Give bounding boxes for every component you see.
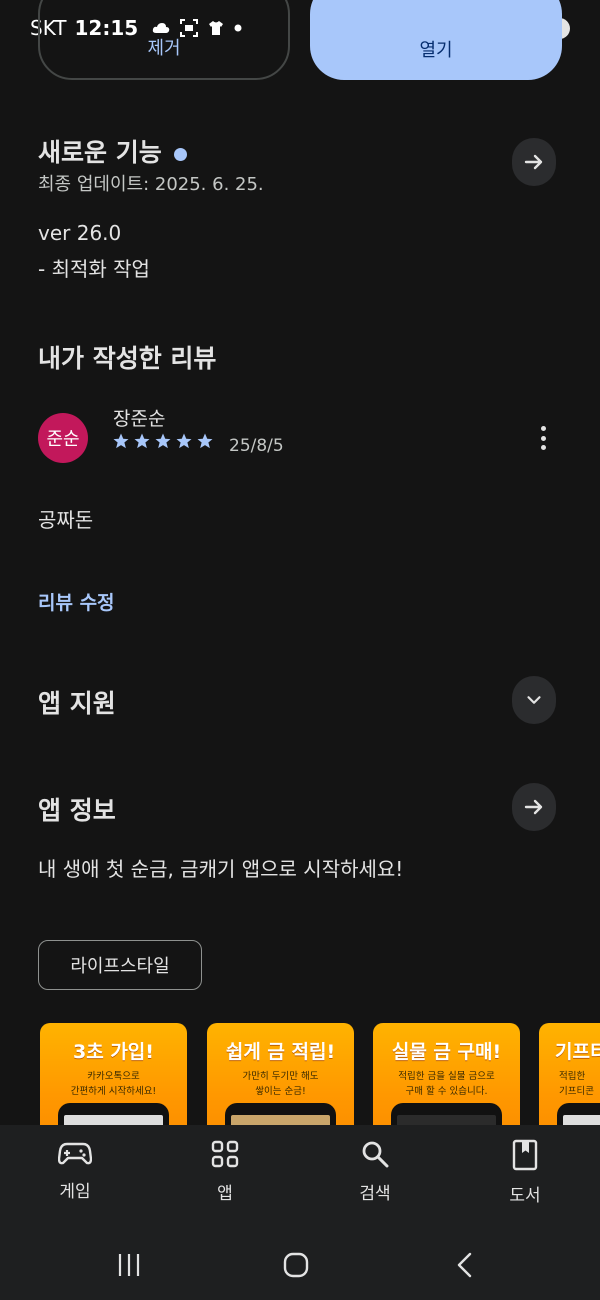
- phone-mockup: [391, 1103, 502, 1125]
- nav-item-search[interactable]: 검색: [325, 1139, 425, 1204]
- star-icon: [197, 433, 213, 449]
- recent-apps-icon[interactable]: [116, 1252, 142, 1278]
- screenshot-subtitle: 적립한 금을 실물 금으로 구매 할 수 있습니다.: [398, 1071, 495, 1097]
- search-icon: [362, 1141, 389, 1168]
- whats-new-heading: 새로운 기능: [38, 133, 187, 169]
- nav-label-search: 검색: [359, 1184, 391, 1204]
- review-text: 공짜돈: [38, 508, 94, 532]
- star-icon: [176, 433, 192, 449]
- home-icon[interactable]: [282, 1251, 310, 1279]
- screenshot-subtitle: 가만히 두기만 해도 쌓이는 순금!: [242, 1071, 319, 1097]
- review-more-options-icon[interactable]: [530, 422, 556, 454]
- screenshot-4[interactable]: 기프티 적립한 기프티콘: [539, 1023, 600, 1125]
- nav-label-books: 도서: [509, 1186, 541, 1206]
- phone-mockup: [58, 1103, 169, 1125]
- last-updated-text: 최종 업데이트: 2025. 6. 25.: [38, 174, 264, 195]
- app-info-arrow-button[interactable]: [512, 783, 556, 831]
- app-support-heading[interactable]: 앱 지원: [38, 684, 116, 720]
- screenshot-1[interactable]: 3초 가입! 카카오톡으로 간편하게 시작하세요!: [40, 1023, 187, 1125]
- app-support-expand-button[interactable]: [512, 676, 556, 724]
- phone-mockup: [225, 1103, 336, 1125]
- nav-item-books[interactable]: 도서: [475, 1139, 575, 1206]
- back-icon[interactable]: [452, 1251, 478, 1279]
- screenshot-title: 3초 가입!: [73, 1041, 154, 1063]
- star-icon: [155, 433, 171, 449]
- apps-grid-icon: [211, 1140, 239, 1168]
- screenshot-2[interactable]: 쉽게 금 적립! 가만히 두기만 해도 쌓이는 순금!: [207, 1023, 354, 1125]
- gamepad-icon: [58, 1142, 92, 1165]
- nav-label-games: 게임: [59, 1182, 91, 1202]
- book-icon: [512, 1139, 538, 1171]
- screenshot-subtitle: 적립한 기프티콘: [559, 1071, 594, 1097]
- nav-item-games[interactable]: 게임: [25, 1139, 125, 1202]
- screenshot-title: 실물 금 구매!: [391, 1041, 502, 1063]
- nav-label-apps: 앱: [217, 1184, 233, 1204]
- edit-review-link[interactable]: 리뷰 수정: [38, 588, 115, 615]
- whats-new-arrow-button[interactable]: [512, 138, 556, 186]
- system-navigation-bar: [0, 1240, 600, 1290]
- action-buttons: 제거 열기: [38, 0, 562, 80]
- star-icon: [134, 433, 150, 449]
- screenshot-title: 기프티: [555, 1041, 600, 1063]
- nav-item-apps[interactable]: 앱: [175, 1139, 275, 1204]
- star-rating: [112, 432, 214, 450]
- whats-new-title: 새로운 기능: [38, 138, 162, 167]
- arrow-right-icon: [524, 154, 543, 170]
- version-text: ver 26.0: [38, 221, 122, 245]
- avatar: 준순: [38, 413, 88, 463]
- screenshot-title: 쉽게 금 적립!: [225, 1041, 336, 1063]
- release-note-text: - 최적화 작업: [38, 257, 150, 281]
- star-icon: [113, 433, 129, 449]
- new-indicator-dot: [173, 147, 187, 161]
- reviewer-name: 장준순: [113, 408, 166, 430]
- app-description: 내 생애 첫 순금, 금캐기 앱으로 시작하세요!: [38, 857, 404, 881]
- chevron-down-icon: [527, 696, 541, 704]
- screenshot-carousel[interactable]: 3초 가입! 카카오톡으로 간편하게 시작하세요! 쉽게 금 적립! 가만히 두…: [40, 1023, 600, 1125]
- arrow-right-icon: [524, 799, 543, 815]
- open-button[interactable]: 열기: [310, 0, 562, 80]
- uninstall-button[interactable]: 제거: [38, 0, 290, 80]
- phone-mockup: [557, 1103, 600, 1125]
- app-info-heading: 앱 정보: [38, 796, 116, 825]
- review-date: 25/8/5: [229, 436, 284, 456]
- screenshot-3[interactable]: 실물 금 구매! 적립한 금을 실물 금으로 구매 할 수 있습니다.: [373, 1023, 520, 1125]
- my-review-heading: 내가 작성한 리뷰: [38, 344, 217, 373]
- screenshot-subtitle: 카카오톡으로 간편하게 시작하세요!: [70, 1071, 157, 1097]
- category-chip[interactable]: 라이프스타일: [38, 940, 202, 990]
